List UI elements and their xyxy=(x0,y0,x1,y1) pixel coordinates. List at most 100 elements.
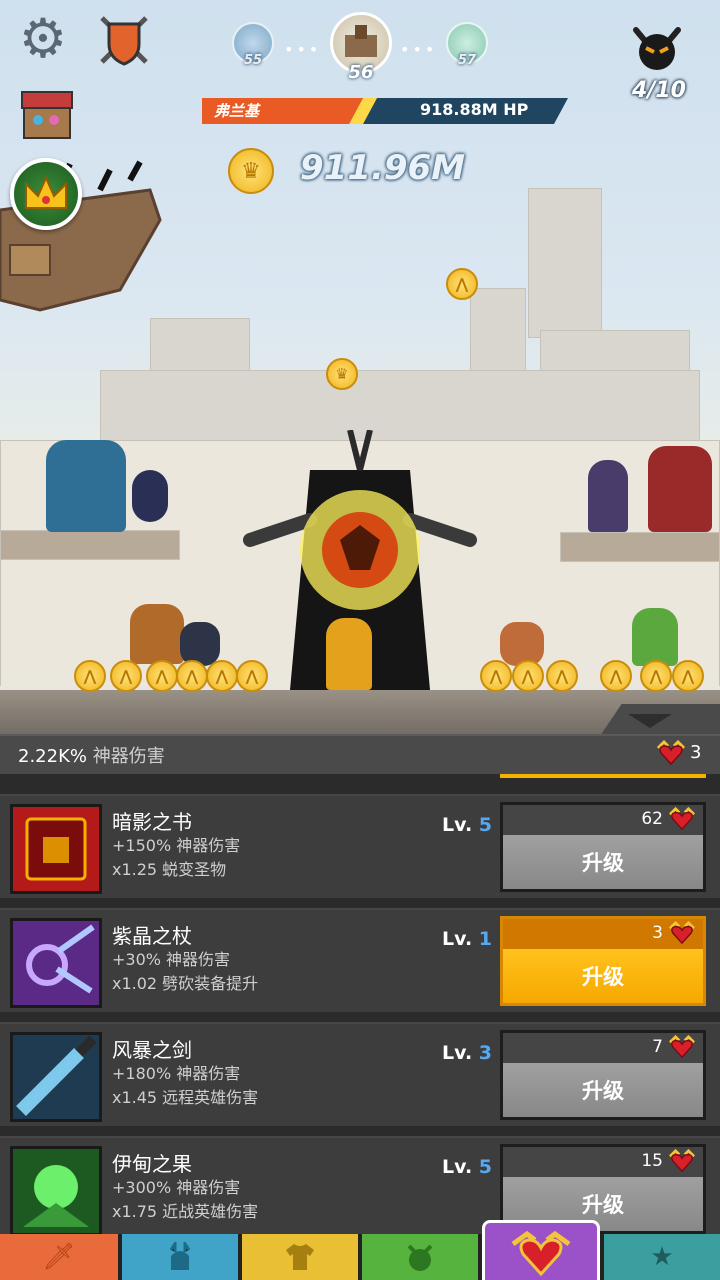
gold-coin[interactable]: ⋀ xyxy=(176,660,208,692)
hero-knight xyxy=(46,440,126,532)
winged-heart-icon xyxy=(511,1230,571,1276)
upgrade-cost-bar: 3 xyxy=(503,919,703,949)
upgrade-label: 升级 xyxy=(503,1063,703,1117)
total-artifact-damage-value: 2.22K% xyxy=(18,746,87,767)
hero-gunner xyxy=(648,446,712,532)
sword-icon: 🗡 xyxy=(42,1242,76,1272)
hero-elf xyxy=(632,608,678,666)
relic-heart-icon xyxy=(669,1149,695,1173)
gold-coin[interactable]: ⋀ xyxy=(236,660,268,692)
artifact-row: 伊甸之果 +300% 神器伤害 x1.75 近战英雄伤害 Lv. 5 15 升级 xyxy=(0,1136,720,1234)
hero-mage xyxy=(500,622,544,666)
gold-coin[interactable]: ⋀ xyxy=(672,660,704,692)
upgrade-cost-bar: 15 xyxy=(503,1147,703,1177)
left-ledge xyxy=(0,530,180,560)
artifact-row: 风暴之剑 +180% 神器伤害 x1.45 远程英雄伤害 Lv. 3 7 升级 xyxy=(0,1022,720,1126)
crown-icon[interactable] xyxy=(10,158,82,230)
gold-coin[interactable]: ♛ xyxy=(326,358,358,390)
tab-heroes[interactable] xyxy=(122,1234,238,1280)
artifact-bonus: +180% 神器伤害 xyxy=(112,1064,241,1083)
gold-coin[interactable]: ⋀ xyxy=(512,660,544,692)
tab-sword[interactable]: 🗡 xyxy=(0,1234,118,1280)
hero-warrior xyxy=(130,604,184,664)
hero-archer xyxy=(588,460,628,532)
upgrade-cost: 15 xyxy=(641,1151,663,1171)
gold-coin[interactable]: ⋀ xyxy=(146,660,178,692)
level-label: Lv. xyxy=(442,814,473,836)
bottom-tab-bar: 🗡 ★ xyxy=(0,1220,720,1280)
boss-devil-icon[interactable] xyxy=(632,26,682,72)
game-scene[interactable]: ⋀ ⋀ ⋀ ⋀ ⋀ ⋀ ⋀ ⋀ ⋀ ⋀ ⋀ ⋀ ⋀ ♛ ⚙ 55 ••• 56 … xyxy=(0,0,720,740)
enemy-hp-value: 918.88M HP xyxy=(420,100,529,119)
upgrade-cost: 7 xyxy=(652,1037,663,1057)
artifact-name: 紫晶之杖 xyxy=(112,924,192,948)
gold-coin-icon: ♛ xyxy=(228,148,274,194)
artifact-level: Lv. 3 xyxy=(442,1042,492,1064)
gold-coin[interactable]: ⋀ xyxy=(206,660,238,692)
relic-heart-icon xyxy=(669,807,695,831)
hero-penguin xyxy=(132,470,168,522)
gold-coin[interactable]: ⋀ xyxy=(546,660,578,692)
tab-shop[interactable]: ★ xyxy=(604,1234,720,1280)
artifact-row: 暗影之书 +150% 神器伤害 x1.25 蜕变圣物 Lv. 5 62 升级 xyxy=(0,794,720,898)
relic-heart-icon xyxy=(656,740,686,766)
tab-pets[interactable] xyxy=(362,1234,478,1280)
tab-artifacts[interactable] xyxy=(482,1220,600,1280)
artifact-icon[interactable] xyxy=(10,1146,102,1234)
artifact-icon[interactable] xyxy=(10,804,102,894)
settings-gear-icon[interactable]: ⚙ xyxy=(14,10,72,68)
artifact-list[interactable]: 暗影之书 +150% 神器伤害 x1.25 蜕变圣物 Lv. 5 62 升级 紫… xyxy=(0,774,720,1234)
previous-row-button-peek xyxy=(500,774,706,778)
stage-next-icon: 57 xyxy=(446,22,488,68)
chevron-down-icon[interactable] xyxy=(628,714,672,728)
shirt-icon xyxy=(286,1244,314,1270)
artifact-row: 紫晶之杖 +30% 神器伤害 x1.02 劈砍装备提升 Lv. 1 3 升级 xyxy=(0,908,720,1012)
gold-coin[interactable]: ⋀ xyxy=(74,660,106,692)
gold-coin[interactable]: ⋀ xyxy=(640,660,672,692)
relic-heart-icon xyxy=(669,1035,695,1059)
shop-stall-icon[interactable] xyxy=(18,88,76,142)
pet-icon xyxy=(407,1244,433,1271)
artifact-effect: x1.45 远程英雄伤害 xyxy=(112,1088,259,1107)
artifact-level: Lv. 1 xyxy=(442,928,492,950)
upgrade-label: 升级 xyxy=(503,949,703,1003)
upgrade-cost: 62 xyxy=(641,809,663,829)
gold-amount: 911.96M xyxy=(300,148,466,188)
clan-shield-icon[interactable] xyxy=(94,10,154,70)
upgrade-cost-bar: 62 xyxy=(503,805,703,835)
enemy-name: 弗兰基 xyxy=(214,102,260,120)
artifact-bonus: +150% 神器伤害 xyxy=(112,836,241,855)
gold-coin[interactable]: ⋀ xyxy=(480,660,512,692)
artifact-icon[interactable] xyxy=(10,918,102,1008)
sword-master xyxy=(326,618,372,690)
stage-current-number: 56 xyxy=(348,62,374,83)
castle-tower xyxy=(528,188,602,338)
artifact-effect: x1.75 近战英雄伤害 xyxy=(112,1202,259,1221)
relic-heart-icon xyxy=(669,921,695,945)
total-artifact-damage: 2.22K% 神器伤害 xyxy=(18,742,165,768)
upgrade-cost-bar: 7 xyxy=(503,1033,703,1063)
artifact-name: 伊甸之果 xyxy=(112,1152,192,1176)
gold-coin[interactable]: ⋀ xyxy=(600,660,632,692)
upgrade-label: 升级 xyxy=(503,835,703,889)
artifact-level: Lv. 5 xyxy=(442,1156,492,1178)
upgrade-button[interactable]: 3 升级 xyxy=(500,916,706,1006)
stage-current-icon: 56 xyxy=(330,12,392,83)
upgrade-button[interactable]: 7 升级 xyxy=(500,1030,706,1120)
level-number: 3 xyxy=(478,1042,493,1064)
upgrade-button[interactable]: 62 升级 xyxy=(500,802,706,892)
gold-coin[interactable]: ⋀ xyxy=(446,268,478,300)
artifact-name: 风暴之剑 xyxy=(112,1038,192,1062)
castle-wall xyxy=(150,318,250,378)
level-label: Lv. xyxy=(442,1042,473,1064)
tab-equipment[interactable] xyxy=(242,1234,358,1280)
boss-progress-count: 4/10 xyxy=(632,78,686,103)
level-number: 1 xyxy=(478,928,493,950)
gold-coin[interactable]: ⋀ xyxy=(110,660,142,692)
level-label: Lv. xyxy=(442,928,473,950)
artifact-effect: x1.25 蜕变圣物 xyxy=(112,860,227,879)
helmet-icon xyxy=(169,1242,191,1270)
artifact-icon[interactable] xyxy=(10,1032,102,1122)
artifact-bonus: +30% 神器伤害 xyxy=(112,950,231,969)
artifact-bonus: +300% 神器伤害 xyxy=(112,1178,241,1197)
